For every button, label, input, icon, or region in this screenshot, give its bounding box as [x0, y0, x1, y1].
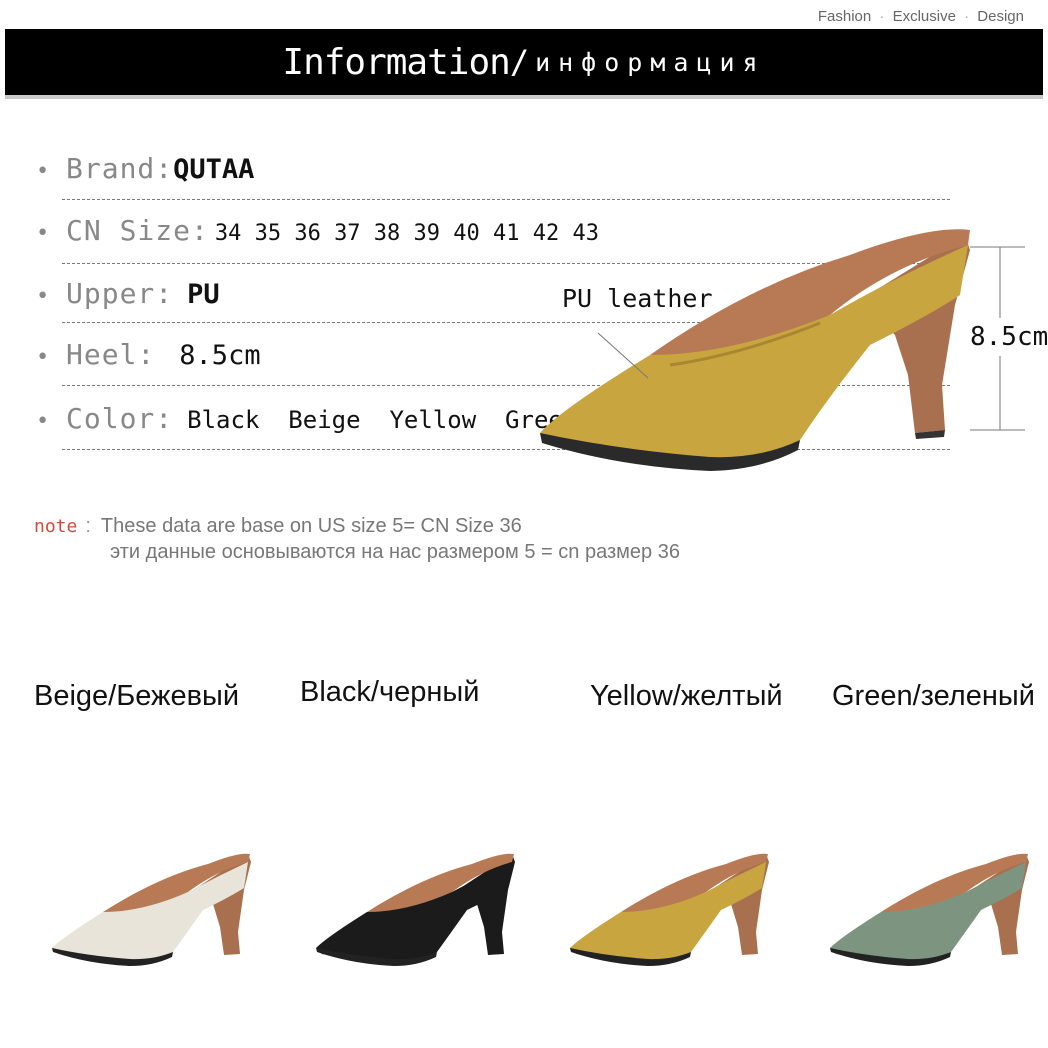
tagline: Fashion · Exclusive · Design — [814, 8, 1024, 25]
tagline-fashion: Fashion — [817, 8, 872, 25]
note-text-ru: эти данные основываются на нас размером … — [110, 541, 680, 563]
variant-thumb-green — [830, 853, 1029, 966]
bullet-icon: • — [36, 284, 50, 309]
divider — [62, 199, 950, 200]
pu-leather-label: PU leather — [562, 284, 713, 313]
spec-value: Black Beige Yellow Green — [187, 406, 578, 434]
variant-name-black: Black/черный — [300, 676, 480, 708]
main-shoe-image — [540, 229, 970, 471]
information-banner: Information / информация — [5, 29, 1043, 99]
banner-slash: / — [509, 43, 530, 81]
banner-title-en: Information — [282, 41, 510, 83]
spec-label: Upper: — [66, 277, 174, 310]
spec-value: 8.5cm — [179, 340, 261, 371]
note-label: note — [34, 516, 78, 537]
variant-thumb-beige — [52, 853, 251, 966]
variant-thumb-yellow — [570, 853, 769, 966]
spec-value: QUTAA — [173, 154, 255, 185]
note-text-en: These data are base on US size 5= CN Siz… — [100, 515, 522, 537]
spec-color: • Color: Black Beige Yellow Green — [36, 402, 577, 435]
size-note: note: These data are base on US size 5= C… — [34, 515, 680, 563]
note-colon: : — [85, 515, 91, 537]
spec-value: PU — [187, 279, 220, 310]
tagline-sep: · — [879, 8, 885, 25]
variant-thumb-black — [316, 853, 515, 966]
spec-upper: • Upper: PU — [36, 277, 220, 310]
banner-title-ru: информация — [535, 47, 766, 77]
spec-brand: • Brand: QUTAA — [36, 152, 254, 185]
spec-label: Color: — [66, 402, 174, 435]
variant-name-yellow: Yellow/желтый — [590, 680, 783, 712]
bullet-icon: • — [36, 345, 50, 370]
bullet-icon: • — [36, 159, 50, 184]
variant-name-beige: Beige/Бежевый — [34, 680, 240, 712]
spec-cn-size: • CN Size: 34 35 36 37 38 39 40 41 42 43 — [36, 214, 599, 247]
bullet-icon: • — [36, 221, 50, 246]
variant-name-green: Green/зеленый — [832, 680, 1035, 712]
spec-heel: • Heel: 8.5cm — [36, 338, 261, 371]
tagline-design: Design — [977, 8, 1024, 25]
heel-height-label: 8.5cm — [970, 322, 1048, 352]
tagline-sep: · — [964, 8, 970, 25]
tagline-exclusive: Exclusive — [892, 8, 956, 25]
spec-label: Brand: — [66, 152, 174, 185]
spec-label: CN Size: — [66, 214, 209, 247]
bullet-icon: • — [36, 409, 50, 434]
spec-label: Heel: — [66, 338, 156, 371]
